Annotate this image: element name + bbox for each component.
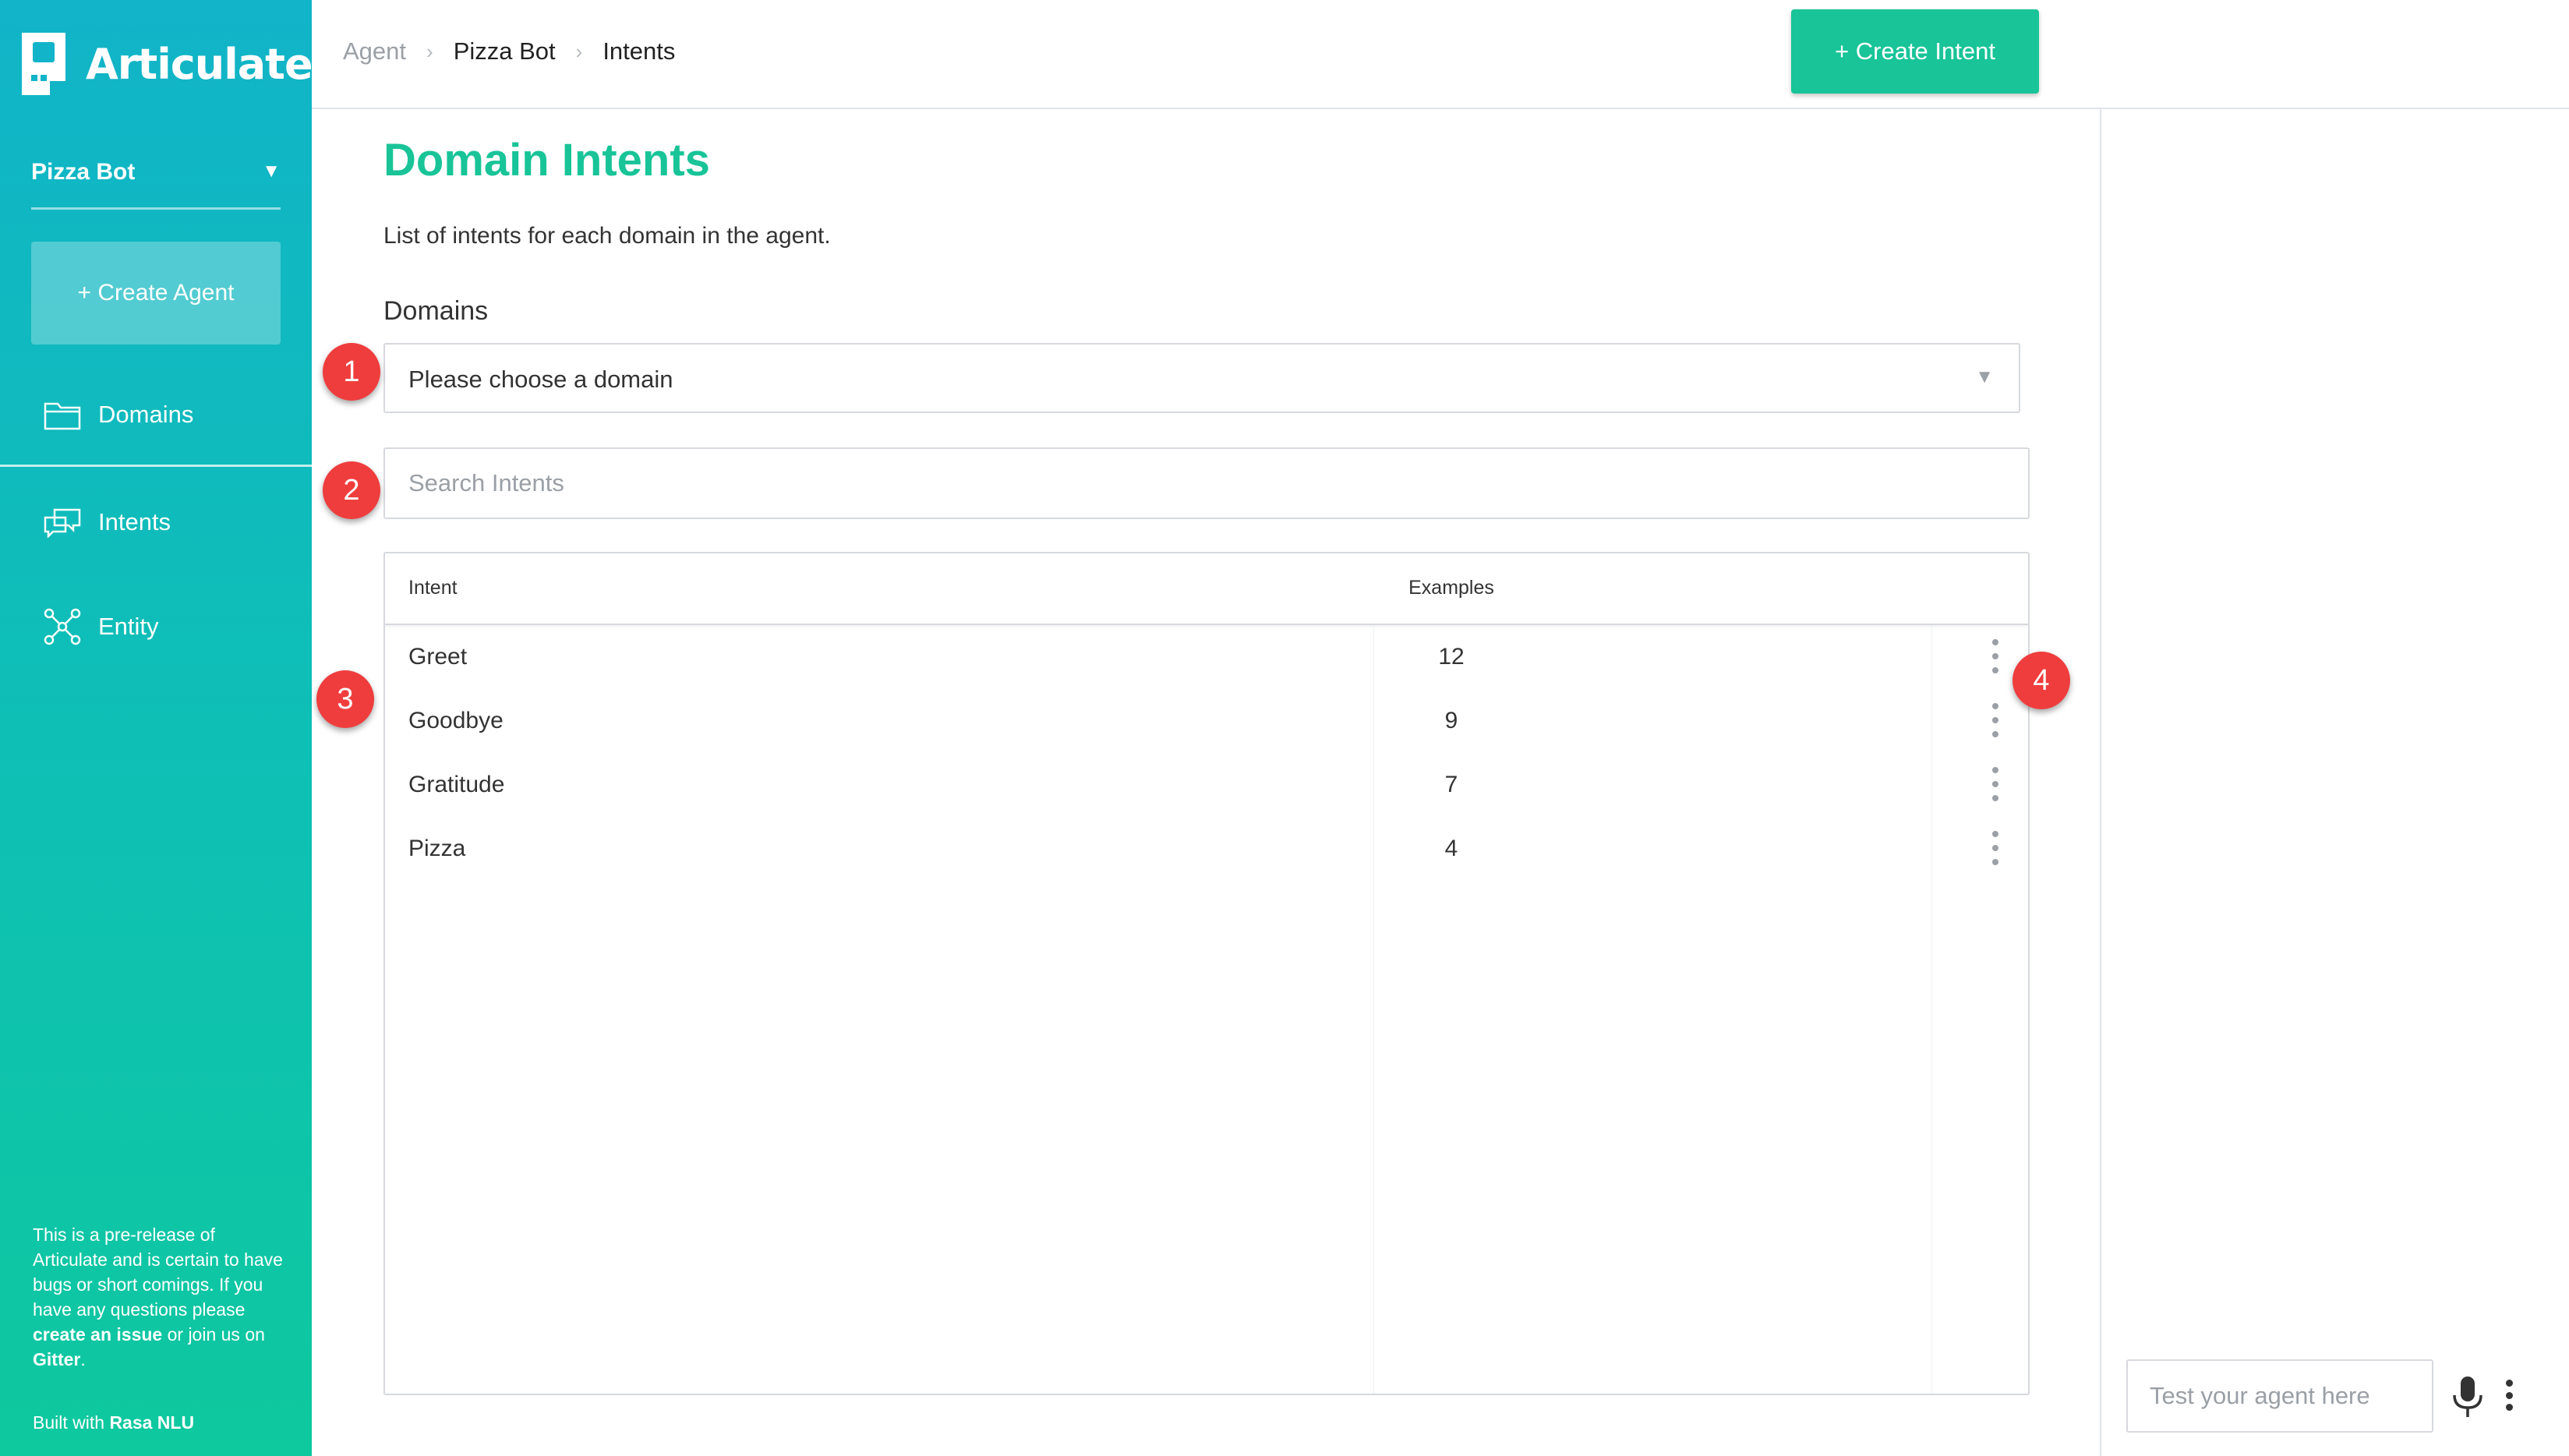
annotation-badge-4: 4 — [2012, 652, 2070, 709]
create-issue-link[interactable]: create an issue — [33, 1324, 162, 1345]
sidebar-item-domains[interactable]: Domains — [42, 394, 193, 435]
folder-icon — [42, 394, 83, 435]
create-intent-button[interactable]: + Create Intent — [1791, 9, 2039, 94]
annotation-badge-3: 3 — [316, 670, 374, 728]
examples-count: 9 — [1444, 708, 1458, 733]
table-row[interactable]: Gratitude 7 — [385, 753, 2028, 817]
search-intents-input[interactable] — [383, 447, 2030, 519]
intents-table: Intent Examples Greet 12 Goodbye 9 Grati… — [383, 552, 2030, 1395]
domain-select-placeholder: Please choose a domain — [408, 366, 673, 393]
examples-count: 7 — [1444, 772, 1458, 797]
agent-name: Pizza Bot — [31, 159, 136, 185]
app-logo[interactable]: Articulate — [19, 30, 313, 98]
sidebar-item-label: Domains — [98, 401, 194, 428]
chevron-right-icon: › — [575, 39, 583, 63]
test-agent-input[interactable] — [2126, 1359, 2433, 1433]
page-title: Domain Intents — [383, 135, 710, 186]
table-row[interactable]: Greet 12 — [385, 625, 2028, 689]
sidebar-divider — [0, 465, 312, 467]
notice-text: This is a pre-release of Articulate and … — [33, 1225, 283, 1320]
agent-selector[interactable]: Pizza Bot ▼ — [31, 153, 281, 210]
intent-name: Pizza — [408, 836, 466, 861]
breadcrumb-pizza-bot[interactable]: Pizza Bot — [454, 37, 556, 65]
breadcrumb: Agent › Pizza Bot › Intents — [343, 37, 675, 65]
chevron-right-icon: › — [426, 39, 433, 63]
sidebar-item-entity[interactable]: Entity — [42, 606, 159, 647]
notice-text: or join us on — [162, 1324, 265, 1345]
breadcrumb-agent[interactable]: Agent — [343, 37, 406, 65]
chevron-down-icon: ▼ — [1975, 366, 1994, 387]
column-header-examples[interactable]: Examples — [1373, 577, 1529, 599]
sidebar-item-label: Entity — [98, 613, 159, 640]
prerelease-notice: This is a pre-release of Articulate and … — [33, 1222, 290, 1372]
chat-bubbles-icon — [42, 502, 83, 542]
intent-name: Gratitude — [408, 772, 505, 797]
built-with: Built with Rasa NLU — [33, 1412, 194, 1433]
annotation-badge-1: 1 — [323, 343, 380, 401]
articulate-logo-icon — [19, 30, 69, 98]
breadcrumb-intents: Intents — [602, 37, 676, 65]
sidebar-item-label: Intents — [98, 508, 171, 535]
more-vert-icon[interactable] — [1986, 703, 2005, 737]
microphone-icon[interactable] — [2451, 1375, 2485, 1419]
intent-name: Goodbye — [408, 708, 504, 733]
domain-select[interactable]: Please choose a domain ▼ — [383, 343, 2020, 413]
notice-text: . — [80, 1349, 86, 1369]
network-icon — [42, 606, 83, 647]
examples-count: 12 — [1438, 644, 1465, 670]
create-agent-button[interactable]: + Create Agent — [31, 242, 281, 345]
gitter-link[interactable]: Gitter — [33, 1349, 80, 1369]
table-row[interactable]: Goodbye 9 — [385, 689, 2028, 753]
table-header: Intent Examples — [385, 553, 2028, 625]
built-with-text: Built with — [33, 1412, 110, 1433]
sidebar: Articulate Pizza Bot ▼ + Create Agent Do… — [0, 0, 313, 1456]
app-name: Articulate — [86, 39, 313, 89]
page-subtitle: List of intents for each domain in the a… — [383, 223, 831, 249]
chevron-down-icon: ▼ — [262, 161, 281, 182]
table-row[interactable]: Pizza 4 — [385, 817, 2028, 881]
examples-count: 4 — [1444, 836, 1458, 861]
annotation-badge-2: 2 — [323, 461, 380, 519]
more-vert-icon[interactable] — [1986, 831, 2005, 865]
more-vert-icon[interactable] — [1986, 767, 2005, 801]
rasa-nlu-link[interactable]: Rasa NLU — [109, 1412, 194, 1433]
more-vert-icon[interactable] — [1986, 639, 2005, 673]
intent-name: Greet — [408, 644, 468, 670]
column-header-intent[interactable]: Intent — [408, 577, 458, 599]
domains-label: Domains — [383, 296, 489, 326]
chat-panel — [2100, 108, 2569, 1456]
top-header: Agent › Pizza Bot › Intents + Create Int… — [312, 0, 2569, 109]
sidebar-item-intents[interactable]: Intents — [42, 502, 171, 542]
more-vert-icon[interactable] — [2502, 1380, 2516, 1411]
